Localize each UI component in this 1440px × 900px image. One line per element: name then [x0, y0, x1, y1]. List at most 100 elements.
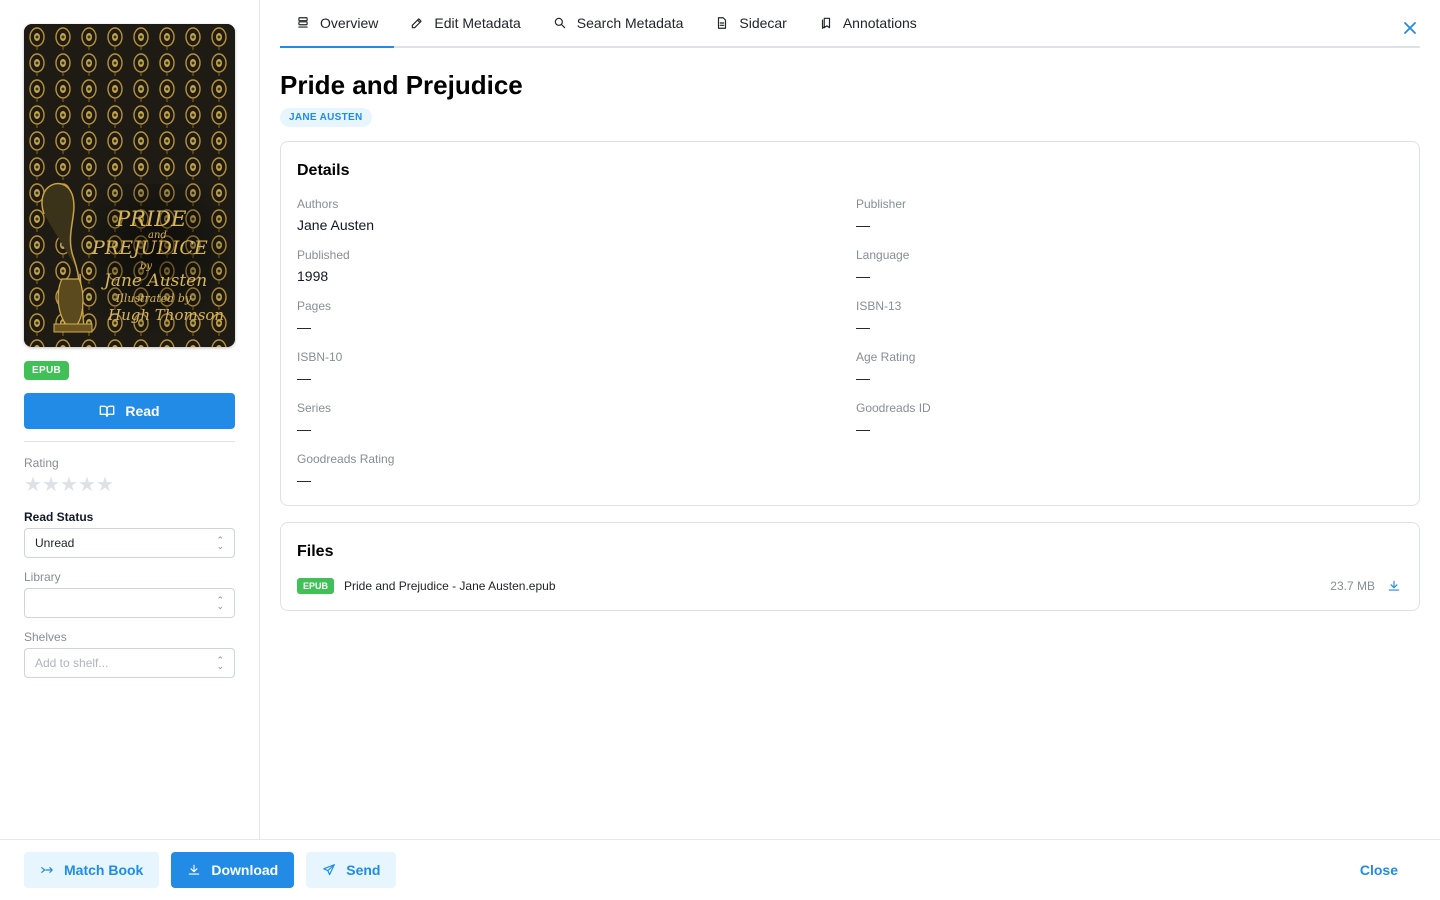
field-authors: Authors Jane Austen [297, 197, 856, 233]
library-label: Library [24, 570, 61, 584]
file-name: Pride and Prejudice - Jane Austen.epub [344, 579, 556, 593]
file-icon [718, 17, 727, 29]
field-isbn13: ISBN-13 — [856, 299, 1403, 335]
tab-annotations-label: Annotations [842, 15, 917, 31]
field-value: — [856, 370, 870, 386]
cover-artwork: PRIDE and PREJUDICE by Jane Austen Illus… [24, 24, 235, 347]
close-button[interactable]: Close [1360, 862, 1398, 878]
field-published: Published 1998 [297, 248, 856, 284]
star-icon[interactable]: ★ [60, 475, 78, 495]
send-label: Send [346, 862, 381, 878]
sidebar-divider [24, 441, 235, 442]
read-status-label: Read Status [24, 510, 94, 524]
book-title: Pride and Prejudice [280, 70, 523, 100]
field-key: Goodreads ID [856, 401, 931, 415]
field-key: ISBN-13 [856, 299, 902, 313]
details-card: Details Authors Jane Austen Publisher — … [280, 141, 1420, 506]
chevron-updown-icon: ⌃ ⌄ [216, 535, 224, 551]
cover-illustrated-by: Illustrated by [115, 292, 192, 305]
tab-overview[interactable]: Overview [280, 0, 395, 48]
tab-overview-label: Overview [320, 15, 379, 31]
tab-search-metadata[interactable]: Search Metadata [537, 0, 700, 48]
field-value: Jane Austen [297, 217, 375, 233]
star-icon[interactable]: ★ [78, 475, 96, 495]
field-value: — [856, 421, 870, 437]
field-series: Series — [297, 401, 856, 437]
cover-author: Jane Austen [101, 271, 207, 291]
tab-sidecar-label: Sidecar [739, 15, 787, 31]
field-key: Publisher [856, 197, 907, 211]
read-button[interactable]: Read [24, 393, 235, 429]
field-key: Pages [297, 299, 332, 313]
field-value: — [297, 370, 311, 386]
field-key: Language [856, 248, 910, 262]
send-button[interactable]: Send [306, 852, 397, 888]
read-status-select[interactable]: Unread ⌃ ⌄ [24, 528, 235, 558]
field-pages: Pages — [297, 299, 856, 335]
field-age-rating: Age Rating — [856, 350, 1403, 386]
chevron-updown-icon: ⌃ ⌄ [216, 655, 224, 671]
rating-stars[interactable]: ★ ★ ★ ★ ★ [24, 475, 235, 495]
main-panel: Overview Edit Metadata Search Metadata S… [260, 0, 1440, 839]
book-cover: PRIDE and PREJUDICE by Jane Austen Illus… [24, 24, 235, 347]
field-language: Language — [856, 248, 1403, 284]
format-badge: EPUB [24, 361, 69, 380]
cover-title-line2: PREJUDICE [91, 237, 208, 259]
download-button[interactable]: Download [171, 852, 295, 888]
files-card: Files EPUB Pride and Prejudice - Jane Au… [280, 522, 1420, 611]
field-value: — [856, 319, 870, 335]
download-icon[interactable] [1387, 579, 1401, 593]
cover-title-line1: PRIDE [115, 207, 186, 231]
send-icon [323, 864, 336, 876]
match-book-label: Match Book [64, 862, 144, 878]
read-status-value: Unread [35, 536, 75, 550]
field-key: Published [297, 248, 350, 262]
field-key: Series [297, 401, 332, 415]
file-row: EPUB Pride and Prejudice - Jane Austen.e… [297, 578, 1401, 594]
tab-search-metadata-label: Search Metadata [576, 15, 684, 31]
field-publisher: Publisher — [856, 197, 1403, 233]
star-icon[interactable]: ★ [96, 475, 114, 495]
shelves-label: Shelves [24, 630, 67, 644]
book-open-icon [100, 405, 115, 417]
field-key: Authors [297, 197, 339, 211]
field-value: — [856, 268, 870, 284]
tab-edit-metadata-label: Edit Metadata [434, 15, 521, 31]
field-value: — [297, 421, 311, 437]
field-isbn10: ISBN-10 — [297, 350, 856, 386]
sidebar: PRIDE and PREJUDICE by Jane Austen Illus… [0, 0, 260, 839]
star-icon[interactable]: ★ [24, 475, 42, 495]
shelves-select[interactable]: Add to shelf... ⌃ ⌄ [24, 648, 235, 678]
close-icon[interactable] [1400, 18, 1420, 38]
shelves-placeholder: Add to shelf... [35, 656, 109, 670]
details-grid: Authors Jane Austen Publisher — Publishe… [297, 197, 1403, 488]
list-icon [298, 17, 308, 28]
field-value: — [856, 217, 870, 233]
bookmarks-icon [821, 17, 830, 29]
field-value: — [297, 472, 311, 488]
author-badge[interactable]: JANE AUSTEN [280, 108, 372, 127]
details-heading: Details [297, 162, 350, 179]
chevron-updown-icon: ⌃ ⌄ [216, 595, 224, 611]
match-book-button[interactable]: Match Book [24, 852, 160, 888]
field-goodreads-id: Goodreads ID — [856, 401, 1403, 437]
tab-edit-metadata[interactable]: Edit Metadata [394, 0, 536, 48]
read-button-label: Read [125, 403, 160, 419]
field-key: ISBN-10 [297, 350, 343, 364]
field-value: 1998 [297, 268, 329, 284]
cover-illustrator: Hugh Thomson [107, 306, 224, 324]
search-icon [554, 17, 565, 29]
library-select[interactable]: ⌃ ⌄ [24, 588, 235, 618]
arrows-merge-icon [41, 867, 53, 873]
file-size: 23.7 MB [1330, 579, 1375, 593]
footer-bar: Match Book Download Send Close [0, 839, 1440, 900]
pencil-icon [412, 18, 423, 29]
files-heading: Files [297, 543, 334, 560]
tab-annotations[interactable]: Annotations [803, 0, 933, 48]
field-key: Goodreads Rating [297, 452, 395, 466]
file-format-badge: EPUB [297, 578, 335, 594]
star-icon[interactable]: ★ [42, 475, 60, 495]
rating-label: Rating [24, 456, 59, 470]
field-key: Age Rating [856, 350, 916, 364]
tab-sidecar[interactable]: Sidecar [699, 0, 802, 48]
